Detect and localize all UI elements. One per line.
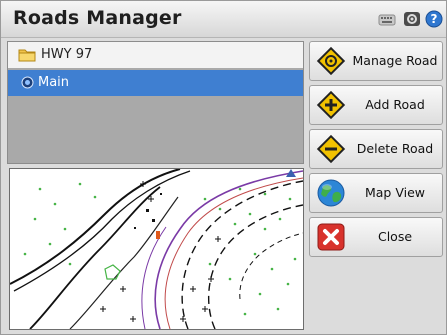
keyboard-icon[interactable]	[378, 10, 396, 28]
settings-icon[interactable]	[403, 10, 421, 28]
manage-road-button[interactable]: Manage Road	[309, 41, 443, 81]
map-canvas	[10, 169, 303, 329]
map-view-button[interactable]: Map View	[309, 173, 443, 213]
svg-text:?: ?	[431, 12, 438, 26]
close-button[interactable]: Close	[309, 217, 443, 257]
tree-item-label: HWY 97	[41, 47, 93, 62]
manage-road-sign-icon	[316, 46, 346, 76]
title-bar: Roads Manager ?	[1, 1, 446, 38]
roads-manager-window: Roads Manager ? HWY 97 Main Manage Road …	[0, 0, 447, 335]
delete-road-button[interactable]: Delete Road	[309, 129, 443, 169]
help-icon[interactable]: ?	[425, 10, 443, 28]
add-road-label: Add Road	[365, 97, 425, 112]
window-title: Roads Manager	[13, 7, 182, 29]
close-label: Close	[377, 229, 413, 244]
add-road-button[interactable]: Add Road	[309, 85, 443, 125]
roads-tree[interactable]: HWY 97 Main	[7, 41, 304, 164]
delete-road-label: Delete Road	[356, 141, 434, 156]
manage-road-label: Manage Road	[352, 53, 438, 68]
tree-item-hwy-97[interactable]: HWY 97	[8, 42, 303, 68]
delete-road-sign-icon	[316, 134, 346, 164]
road-icon	[21, 76, 34, 89]
tree-item-label: Main	[38, 75, 70, 90]
map-view-label: Map View	[364, 185, 426, 200]
add-road-sign-icon	[316, 90, 346, 120]
tree-item-main[interactable]: Main	[8, 70, 303, 96]
close-icon	[317, 223, 345, 251]
globe-icon	[317, 179, 345, 207]
folder-icon	[18, 49, 36, 62]
map-preview[interactable]	[9, 168, 304, 330]
